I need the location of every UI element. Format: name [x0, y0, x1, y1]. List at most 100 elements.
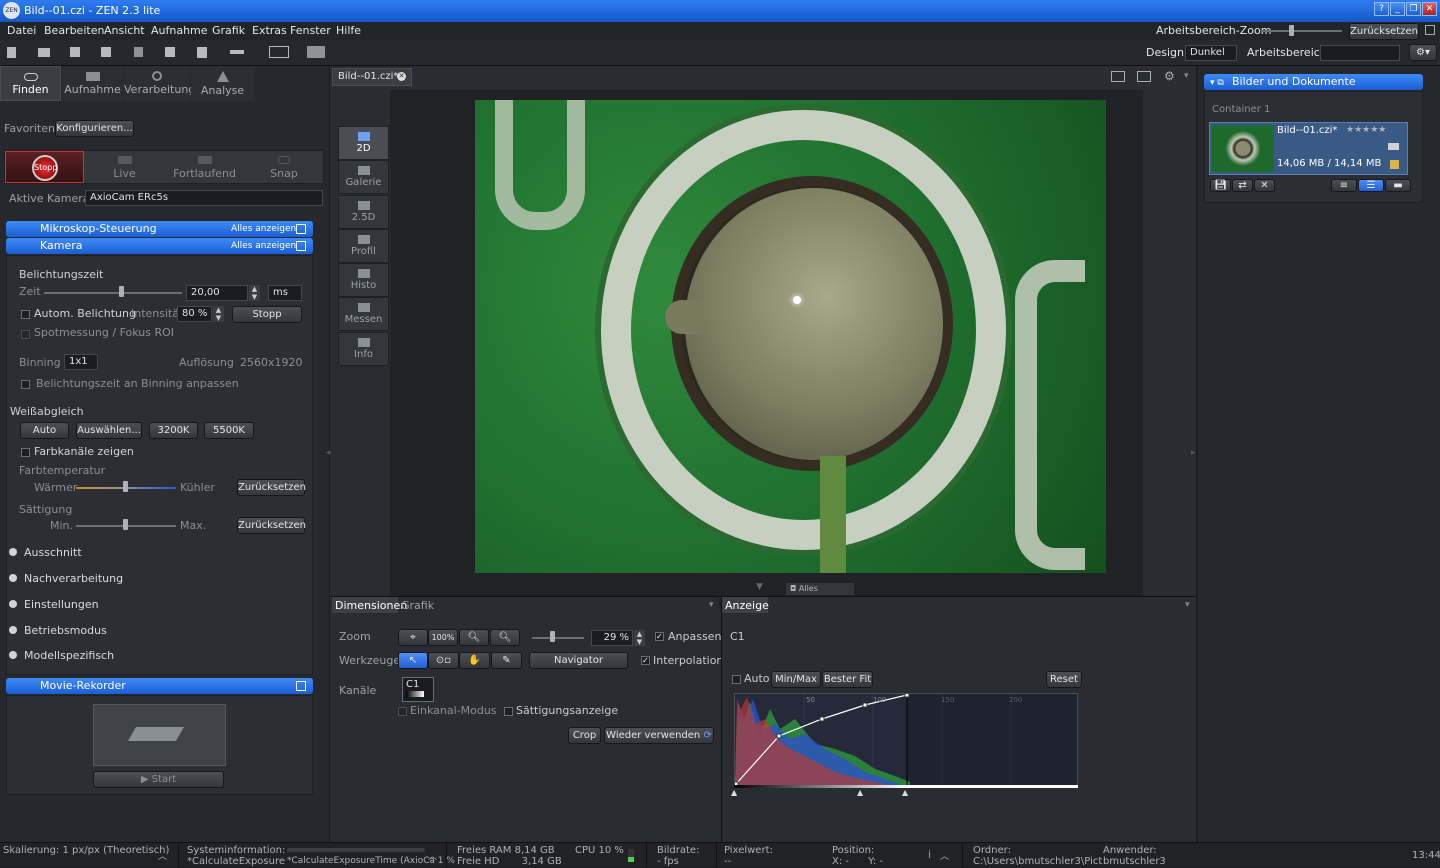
- fit-checkbox[interactable]: ✓: [655, 632, 664, 641]
- exposure-time-input[interactable]: 20,00: [186, 285, 248, 301]
- close-button[interactable]: ✕: [1422, 2, 1437, 16]
- status-scale-expand-icon[interactable]: ︿: [158, 849, 167, 862]
- section-movie-recorder[interactable]: Movie-Rekorder: [6, 678, 313, 694]
- saturation-reset-button[interactable]: Zurücksetzen: [237, 517, 306, 534]
- configure-button[interactable]: Konfigurieren...: [55, 120, 134, 137]
- menu-datei[interactable]: Datei: [7, 24, 36, 37]
- menu-grafik[interactable]: Grafik: [212, 24, 245, 37]
- tab-anzeige[interactable]: Anzeige: [722, 597, 769, 613]
- camera-popout-icon[interactable]: [296, 241, 306, 251]
- zoom-slider[interactable]: [532, 637, 584, 639]
- microscope-popout-icon[interactable]: [296, 224, 306, 234]
- doc-compact-view-button[interactable]: ▬: [1385, 179, 1411, 192]
- save-as-icon[interactable]: [101, 47, 111, 57]
- exposure-unit-select[interactable]: ms: [268, 285, 302, 301]
- doc-export-button[interactable]: ⇄: [1232, 179, 1253, 192]
- tool-pan-button[interactable]: ✋: [459, 652, 490, 669]
- zoom-slider-thumb[interactable]: [550, 631, 555, 642]
- left-panel-collapse-icon[interactable]: ◂: [326, 448, 331, 458]
- navigator-button[interactable]: Navigator: [529, 652, 628, 669]
- settings-gear-button[interactable]: ⚙▾: [1409, 44, 1437, 61]
- open-folder-icon[interactable]: [38, 48, 50, 57]
- display-reset-button[interactable]: Reset: [1046, 671, 1082, 688]
- tool-magnify-button[interactable]: ⊙▫: [428, 652, 459, 669]
- status-info-expand-icon[interactable]: ︿: [940, 849, 949, 862]
- display-menu-icon[interactable]: ▾: [1185, 600, 1190, 610]
- bestfit-button[interactable]: Bester Fit: [822, 671, 873, 688]
- view-tab-2d[interactable]: 2D: [338, 126, 389, 160]
- wb-3200k-button[interactable]: 3200K: [149, 422, 198, 439]
- single-channel-checkbox[interactable]: [398, 707, 407, 716]
- document-tab[interactable]: Bild--01.czi* ✕: [332, 68, 412, 86]
- menu-fenster[interactable]: Fenster: [290, 24, 331, 37]
- screen-icon[interactable]: [269, 46, 289, 58]
- wb-auto-button[interactable]: Auto: [20, 422, 69, 439]
- tab-aufnahme[interactable]: Aufnahme: [62, 66, 123, 101]
- color-temp-thumb[interactable]: [123, 481, 128, 492]
- microscope-show-all[interactable]: Alles anzeigen: [231, 221, 296, 237]
- exposure-stop-button[interactable]: Stopp: [232, 306, 302, 323]
- section-camera[interactable]: Kamera Alles anzeigen: [6, 238, 313, 254]
- zoom-spinner-icon[interactable]: ▲ ▼: [634, 630, 645, 646]
- zoom-fit-button[interactable]: ⌖: [398, 629, 428, 646]
- intensity-spinner-icon[interactable]: ▲ ▼: [213, 306, 224, 322]
- zoom-in-button[interactable]: 🔍︎: [490, 629, 520, 646]
- status-info-icon[interactable]: i: [928, 848, 931, 861]
- tab-analyse[interactable]: Analyse: [191, 66, 254, 101]
- tab-verarbeitung[interactable]: Verarbeitung: [124, 66, 195, 101]
- microscope-image[interactable]: [475, 100, 1106, 573]
- right-panel-collapse-icon[interactable]: ▸: [1191, 448, 1196, 458]
- zoom-value-input[interactable]: 29 %: [591, 630, 633, 646]
- display-auto-checkbox[interactable]: [732, 675, 741, 684]
- tool-pen-button[interactable]: ✎: [491, 652, 522, 669]
- section-ausschnitt[interactable]: Ausschnitt: [9, 546, 82, 559]
- crop-button[interactable]: Crop: [568, 727, 601, 744]
- movie-popout-icon[interactable]: [296, 681, 306, 691]
- view-tab-25d[interactable]: 2.5D: [338, 195, 389, 229]
- show-all-bottom[interactable]: ◘ Alles anzeigen: [785, 582, 855, 605]
- workspace-reset-button[interactable]: Zurücksetzen: [1349, 23, 1419, 40]
- section-nachverarbeitung[interactable]: Nachverarbeitung: [9, 572, 123, 585]
- documents-header[interactable]: ▾ ⧉ Bilder und Dokumente: [1204, 74, 1423, 90]
- section-betriebsmodus[interactable]: Betriebsmodus: [9, 624, 107, 637]
- doc-close-button[interactable]: ✕: [1254, 179, 1275, 192]
- spot-metering-checkbox[interactable]: [21, 330, 30, 339]
- new-file-icon[interactable]: [7, 47, 16, 58]
- help-window-icon[interactable]: ?: [1374, 2, 1389, 16]
- document-close-icon[interactable]: ✕: [397, 72, 406, 81]
- status-progress-expand-icon[interactable]: ︿: [428, 849, 437, 862]
- grid-view-icon[interactable]: [1111, 71, 1125, 82]
- split-view-icon[interactable]: [1137, 71, 1151, 82]
- document-view-icon[interactable]: [1388, 143, 1399, 150]
- binning-adapt-checkbox[interactable]: [21, 380, 30, 389]
- histogram[interactable]: 50 100 150 200: [734, 693, 1078, 786]
- tab-grafik[interactable]: Grafik: [401, 599, 434, 612]
- active-camera-select[interactable]: AxioCam ERc5s: [85, 190, 323, 206]
- channel-c1-button[interactable]: C1: [402, 677, 434, 702]
- image-panel-collapse-icon[interactable]: ▼: [756, 582, 763, 592]
- section-modellspezifisch[interactable]: Modellspezifisch: [9, 649, 114, 662]
- show-channels-checkbox[interactable]: [21, 448, 30, 457]
- binning-select[interactable]: 1x1: [64, 354, 98, 370]
- save-icon[interactable]: [70, 47, 80, 57]
- movie-start-button[interactable]: ▶ Start: [93, 771, 224, 788]
- copy-icon[interactable]: [165, 47, 175, 57]
- doc-save-button[interactable]: 💾︎: [1210, 179, 1231, 192]
- interpolation-checkbox[interactable]: ✓: [641, 656, 650, 665]
- wb-choose-button[interactable]: Auswählen...: [76, 422, 142, 439]
- design-select[interactable]: Dunkel: [1185, 45, 1237, 61]
- white-point-handle[interactable]: ▲: [902, 788, 908, 797]
- tool-select-button[interactable]: ↖: [398, 652, 428, 669]
- view-settings-icon[interactable]: ⚙: [1164, 69, 1175, 83]
- menu-bearbeiten[interactable]: Bearbeiten: [44, 24, 104, 37]
- view-tab-galerie[interactable]: Galerie: [338, 160, 389, 194]
- saturation-display-checkbox[interactable]: [504, 707, 513, 716]
- snap-button[interactable]: Snap: [245, 151, 323, 183]
- menu-aufnahme[interactable]: Aufnahme: [151, 24, 208, 37]
- black-point-handle[interactable]: ▲: [731, 788, 737, 797]
- section-einstellungen[interactable]: Einstellungen: [9, 598, 99, 611]
- cut-icon[interactable]: [134, 47, 143, 57]
- gamma-handle[interactable]: ▲: [857, 788, 863, 797]
- doc-list-view-button[interactable]: ≡: [1331, 179, 1357, 192]
- tab-dimensionen[interactable]: Dimensionen: [332, 597, 407, 613]
